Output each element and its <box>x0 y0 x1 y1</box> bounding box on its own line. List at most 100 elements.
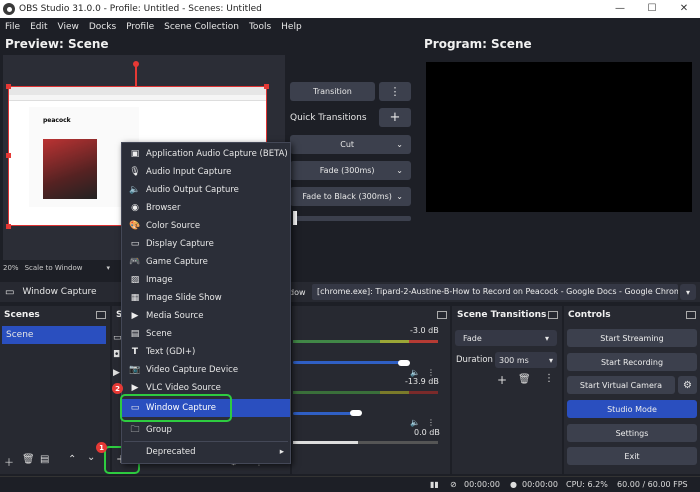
volume-slider[interactable] <box>293 361 405 364</box>
resize-handle-bl[interactable] <box>6 224 11 229</box>
undock-icon[interactable] <box>96 311 106 319</box>
chevron-down-icon: ⌄ <box>396 140 403 149</box>
duration-label: Duration <box>456 355 493 365</box>
minimize-icon[interactable]: — <box>604 0 636 18</box>
step-badge-2: 2 <box>112 383 123 394</box>
menu-item-image[interactable]: ▨ Image <box>122 271 290 289</box>
fade-dropdown[interactable]: Fade (300ms) ⌄ <box>290 161 411 180</box>
menu-item-image-slide-show[interactable]: ▦ Image Slide Show <box>122 289 290 307</box>
duration-value: 300 ms <box>499 355 529 365</box>
scene-item[interactable]: Scene <box>2 326 106 344</box>
stream-icon: ⊘ <box>450 480 457 489</box>
start-streaming-button[interactable]: Start Streaming <box>567 329 697 347</box>
trash-icon[interactable]: 🗑 <box>518 374 531 385</box>
controls-title: Controls <box>568 310 611 320</box>
resize-handle-tr[interactable] <box>264 84 269 89</box>
transition-button[interactable]: Transition <box>290 82 375 101</box>
quick-transitions-label: Quick Transitions <box>290 113 367 123</box>
globe-icon: ◉ <box>131 203 139 213</box>
menu-item-label: Video Capture Device <box>146 365 239 375</box>
more-options-icon[interactable]: ⋮ <box>427 418 435 427</box>
menu-item-label: Audio Input Capture <box>146 167 232 177</box>
close-icon[interactable]: ✕ <box>668 0 700 18</box>
menu-item-display-capture[interactable]: ▭ Display Capture <box>122 235 290 253</box>
menu-profile[interactable]: Profile <box>121 22 159 32</box>
volume-knob[interactable] <box>350 410 362 416</box>
cut-label: Cut <box>340 140 355 149</box>
camera-icon: 📷 <box>129 365 141 375</box>
menu-file[interactable]: File <box>0 22 25 32</box>
volume-knob[interactable] <box>398 360 410 366</box>
more-options-icon[interactable]: ⋮ <box>427 368 435 377</box>
gear-icon[interactable]: ⚙ <box>678 376 697 394</box>
folder-icon: 🗀 <box>130 425 140 435</box>
chevron-up-icon[interactable]: ⌃ <box>68 454 76 465</box>
exit-button[interactable]: Exit <box>567 447 697 465</box>
record-icon: ● <box>510 480 517 489</box>
menu-view[interactable]: View <box>53 22 84 32</box>
speaker-icon[interactable]: 🔈 <box>410 418 420 427</box>
undock-icon[interactable] <box>548 311 558 319</box>
duration-spinbox[interactable]: 300 ms ▾ <box>495 352 557 368</box>
maximize-icon[interactable]: ☐ <box>636 0 668 18</box>
image-icon: ▨ <box>130 275 140 285</box>
zoom-level: 20% <box>3 264 19 272</box>
menu-item-label: Game Capture <box>146 257 208 267</box>
step-badge-1: 1 <box>96 442 107 453</box>
menu-item-browser[interactable]: ◉ Browser <box>122 199 290 217</box>
add-transition-icon[interactable]: + <box>497 373 507 387</box>
studio-mode-button[interactable]: Studio Mode <box>567 400 697 418</box>
speaker-icon[interactable]: 🔈 <box>410 368 420 377</box>
menu-docks[interactable]: Docks <box>84 22 121 32</box>
add-scene-icon[interactable]: ＋ <box>4 454 14 469</box>
window-select[interactable]: [chrome.exe]: Tipard-2-Austine-B-How to … <box>312 284 678 300</box>
menu-item-text-gdi[interactable]: T Text (GDI+) <box>122 343 290 361</box>
audio-meter <box>293 340 438 343</box>
scene-transitions-title: Scene Transitions <box>457 310 547 320</box>
chevron-down-icon[interactable]: ▾ <box>680 284 696 300</box>
cut-dropdown[interactable]: Cut ⌄ <box>290 135 411 154</box>
menu-item-audio-output-capture[interactable]: 🔈 Audio Output Capture <box>122 181 290 199</box>
more-options-icon[interactable]: ⋮ <box>379 82 411 101</box>
menu-help[interactable]: Help <box>276 22 307 32</box>
undock-icon[interactable] <box>686 311 696 319</box>
menu-item-color-source[interactable]: 🎨 Color Source <box>122 217 290 235</box>
rotation-knob[interactable] <box>133 61 139 67</box>
menu-item-group[interactable]: 🗀 Group <box>122 421 290 439</box>
transition-slider[interactable] <box>293 216 411 221</box>
transition-type-select[interactable]: Fade ▾ <box>455 330 557 346</box>
scale-mode[interactable]: Scale to Window <box>25 264 83 272</box>
microphone-icon: 🎙 <box>129 167 141 177</box>
menu-item-deprecated[interactable]: Deprecated ▸ <box>122 443 290 461</box>
undock-icon[interactable] <box>437 311 447 319</box>
menu-item-video-capture-device[interactable]: 📷 Video Capture Device <box>122 361 290 379</box>
resize-handle-tl[interactable] <box>6 84 11 89</box>
text-icon: T <box>131 347 139 357</box>
cpu-usage: CPU: 6.2% <box>566 480 608 489</box>
menu-item-scene[interactable]: ▤ Scene <box>122 325 290 343</box>
menu-scene-collection[interactable]: Scene Collection <box>159 22 244 32</box>
menu-item-application-audio-capture[interactable]: ▣ Application Audio Capture (BETA) <box>122 145 290 163</box>
filter-icon[interactable]: ▤ <box>40 454 49 465</box>
trash-icon[interactable]: 🗑 <box>22 454 35 465</box>
menu-item-label: Application Audio Capture (BETA) <box>146 149 288 159</box>
add-quick-transition-button[interactable]: + <box>379 108 411 127</box>
transition-type-value: Fade <box>463 333 482 343</box>
resize-handle-l[interactable] <box>6 153 11 158</box>
menu-item-game-capture[interactable]: 🎮 Game Capture <box>122 253 290 271</box>
menu-item-media-source[interactable]: ▶ Media Source <box>122 307 290 325</box>
menu-item-audio-input-capture[interactable]: 🎙 Audio Input Capture <box>122 163 290 181</box>
mixer-level-1: -3.0 dB <box>410 326 439 335</box>
chevron-down-icon[interactable]: ⌄ <box>87 452 95 463</box>
settings-button[interactable]: Settings <box>567 424 697 442</box>
chevron-down-icon[interactable]: ▾ <box>106 264 110 272</box>
start-recording-button[interactable]: Start Recording <box>567 353 697 371</box>
transition-slider-handle[interactable] <box>293 211 297 225</box>
preview-heading: Preview: Scene <box>5 37 109 51</box>
more-options-icon[interactable]: ⋮ <box>544 373 554 384</box>
menu-edit[interactable]: Edit <box>25 22 52 32</box>
fade-to-black-dropdown[interactable]: Fade to Black (300ms) ⌄ <box>290 187 411 206</box>
menu-tools[interactable]: Tools <box>244 22 276 32</box>
play-icon: ▶ <box>131 311 139 321</box>
start-virtual-camera-button[interactable]: Start Virtual Camera <box>567 376 675 394</box>
